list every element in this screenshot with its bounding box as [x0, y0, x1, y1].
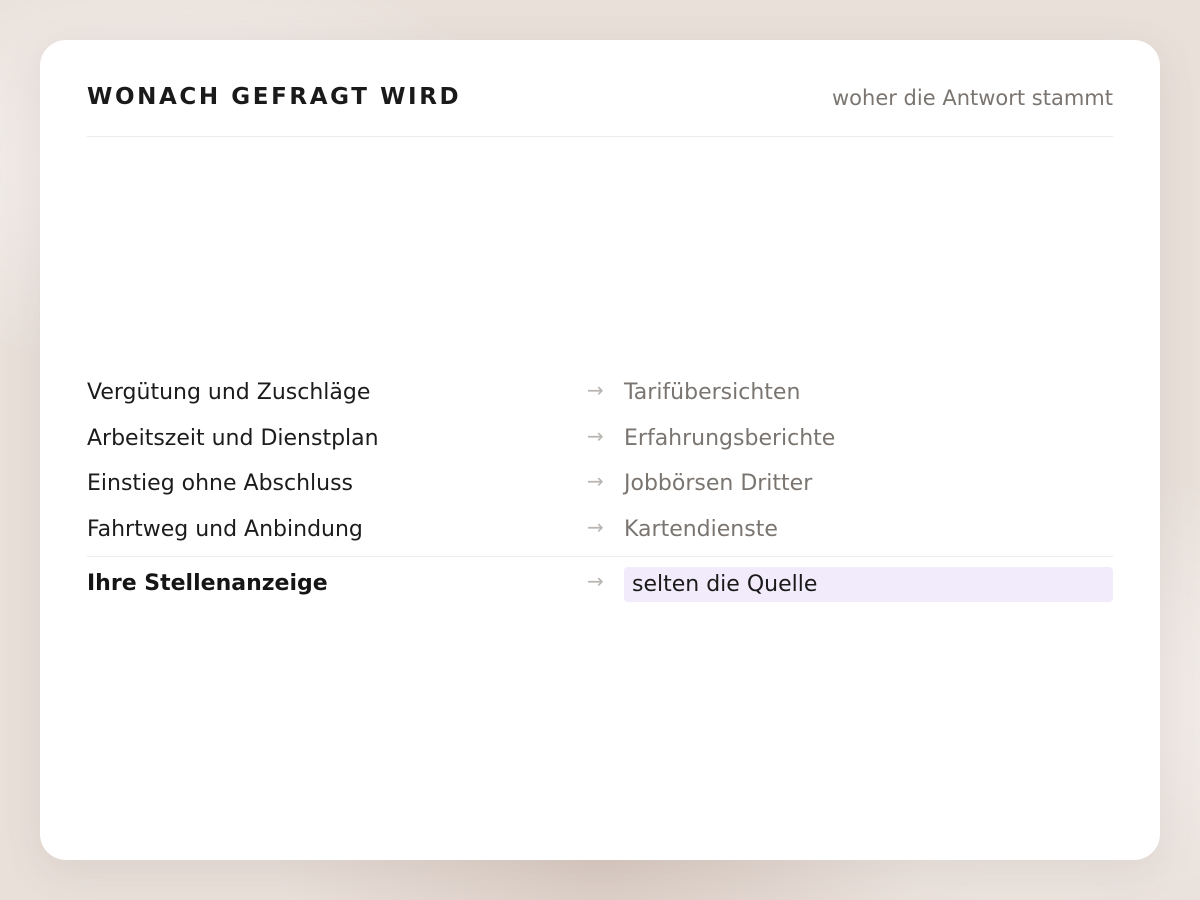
card-subtitle: woher die Antwort stammt — [832, 86, 1113, 110]
arrow-right-icon: → — [587, 569, 604, 593]
mapping-row-einstieg: Einstieg ohne Abschluss → Jobbörsen Drit… — [87, 463, 1113, 509]
card: WONACH GEFRAGT WIRD woher die Antwort st… — [40, 40, 1160, 860]
arrow-right-icon: → — [587, 423, 604, 448]
mapping-row-stellenanzeige: Ihre Stellenanzeige → selten die Quelle — [87, 557, 1113, 613]
card-title: WONACH GEFRAGT WIRD — [87, 84, 462, 110]
row-source: Kartendienste — [624, 516, 778, 542]
highlight-source: selten die Quelle — [624, 567, 1113, 602]
mapping-row-verguetung: Vergütung und Zuschläge → Tarifübersicht… — [87, 372, 1113, 418]
row-topic: Arbeitszeit und Dienstplan — [87, 425, 379, 451]
row-source: Jobbörsen Dritter — [624, 471, 813, 496]
row-source: Erfahrungsberichte — [624, 425, 836, 451]
row-topic: Einstieg ohne Abschluss — [87, 471, 354, 496]
arrow-right-icon: → — [587, 378, 604, 402]
mapping-row-fahrtweg: Fahrtweg und Anbindung → Kartendienste — [87, 509, 1113, 555]
arrow-right-icon: → — [587, 469, 604, 493]
row-topic: Fahrtweg und Anbindung — [87, 516, 363, 542]
row-source: Tarifübersichten — [624, 380, 801, 405]
row-topic: Vergütung und Zuschläge — [87, 380, 371, 405]
highlight-topic: Ihre Stellenanzeige — [87, 571, 328, 596]
mapping-row-arbeitszeit: Arbeitszeit und Dienstplan → Erfahrungsb… — [87, 418, 1113, 464]
card-header: WONACH GEFRAGT WIRD woher die Antwort st… — [87, 80, 1113, 137]
arrow-right-icon: → — [587, 514, 604, 539]
mapping-list: Vergütung und Zuschläge → Tarifübersicht… — [87, 372, 1113, 613]
